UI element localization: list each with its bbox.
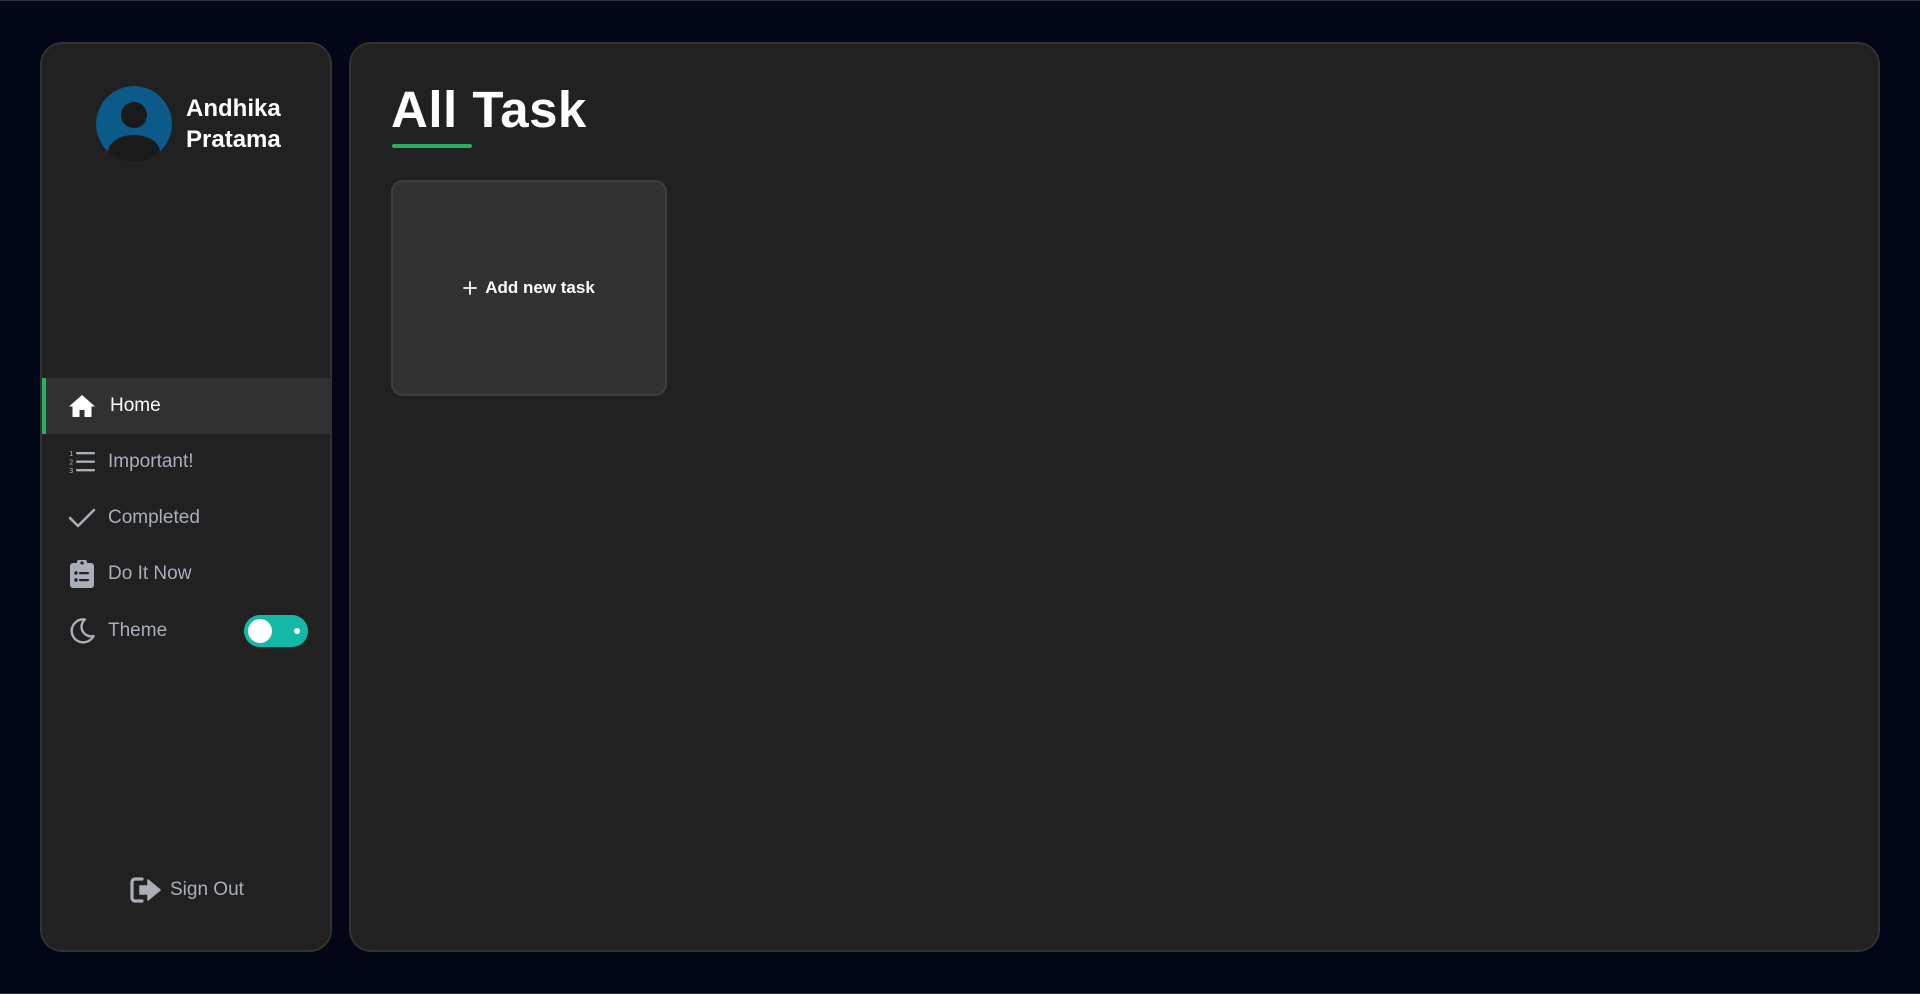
- theme-setting: Theme: [42, 602, 330, 660]
- sidebar-item-label: Do It Now: [108, 563, 192, 584]
- toggle-knob: [248, 619, 272, 643]
- sign-out-icon: [130, 876, 162, 904]
- checkmark-icon: [68, 504, 96, 532]
- sidebar-item-label: Completed: [108, 507, 200, 528]
- user-name: Andhika Pratama: [186, 95, 281, 153]
- toggle-indicator-dot: [294, 628, 300, 634]
- sidebar-item-do-it-now[interactable]: Do It Now: [42, 546, 330, 602]
- sidebar-item-label: Home: [110, 395, 161, 416]
- moon-icon: [68, 617, 96, 645]
- user-profile: Andhika Pratama: [96, 86, 306, 162]
- svg-text:2: 2: [69, 459, 73, 467]
- numbered-list-icon: 1 2 3: [68, 448, 96, 476]
- sidebar-item-important[interactable]: 1 2 3 Important!: [42, 434, 330, 490]
- theme-label: Theme: [108, 620, 168, 641]
- sidebar: Andhika Pratama Home 1 2 3 Important! Co…: [40, 42, 332, 952]
- add-new-task-label: Add new task: [485, 278, 595, 297]
- user-avatar-icon: [96, 86, 172, 162]
- svg-text:1: 1: [69, 450, 73, 458]
- sidebar-nav: Home 1 2 3 Important! Completed Do It No…: [42, 378, 330, 660]
- clipboard-list-icon: [68, 560, 96, 588]
- add-new-task-button[interactable]: Add new task: [391, 180, 667, 396]
- sign-out-button[interactable]: Sign Out: [130, 876, 244, 904]
- theme-toggle[interactable]: [244, 615, 308, 647]
- sign-out-label: Sign Out: [170, 879, 244, 900]
- app-frame: Andhika Pratama Home 1 2 3 Important! Co…: [0, 0, 1920, 994]
- page-title: All Task: [391, 81, 587, 138]
- sidebar-item-completed[interactable]: Completed: [42, 490, 330, 546]
- main-panel: All Task Add new task: [349, 42, 1880, 952]
- sidebar-item-home[interactable]: Home: [42, 378, 330, 434]
- sidebar-item-label: Important!: [108, 451, 194, 472]
- title-underline: [392, 144, 472, 148]
- svg-text:3: 3: [69, 467, 73, 475]
- home-icon: [68, 392, 96, 420]
- plus-icon: [463, 281, 478, 295]
